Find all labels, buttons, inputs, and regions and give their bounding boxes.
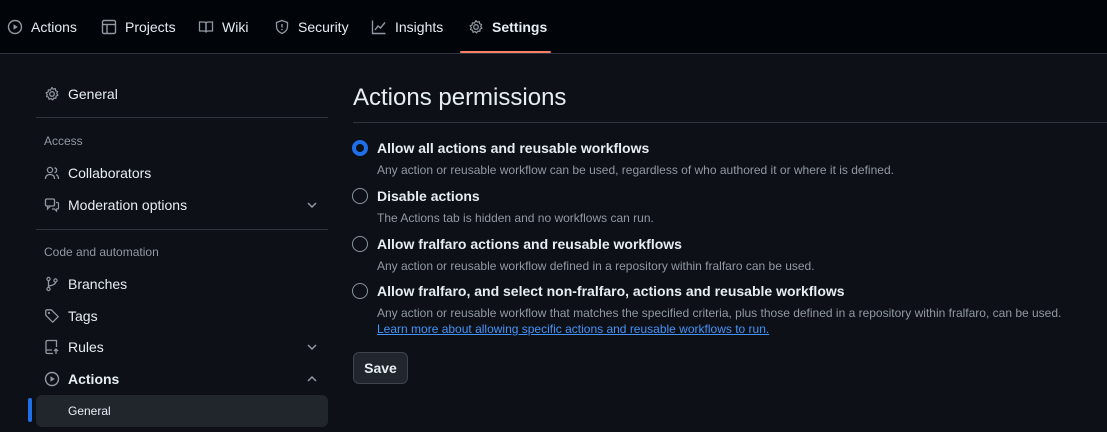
sidebar-item-tags[interactable]: Tags (36, 300, 328, 332)
learn-more-link[interactable]: Learn more about allowing specific actio… (377, 322, 769, 336)
option-desc-allow-all: Any action or reusable workflow can be u… (377, 163, 894, 177)
sidebar-item-label: Moderation options (68, 197, 188, 213)
tab-wiki[interactable]: Wiki (198, 0, 248, 53)
chevron-down-icon[interactable] (304, 339, 320, 355)
book-icon (198, 19, 214, 35)
graph-icon (371, 19, 387, 35)
option-desc-disable-actions: The Actions tab is hidden and no workflo… (377, 211, 654, 225)
shield-icon (274, 19, 290, 35)
option-label-allow-owner[interactable]: Allow fralfaro actions and reusable work… (377, 236, 682, 252)
gear-icon (44, 86, 60, 102)
tab-label: Projects (125, 18, 176, 35)
next-section-heading-partial (353, 424, 553, 432)
sidebar-item-general[interactable]: General (36, 78, 328, 110)
partial-heading-text (353, 424, 553, 432)
chevron-up-icon[interactable] (304, 371, 320, 387)
sidebar-item-moderation-options[interactable]: Moderation options (36, 189, 328, 221)
tab-security[interactable]: Security (274, 0, 349, 53)
sidebar-heading-code-automation: Code and automation (44, 245, 159, 259)
sidebar-item-label: Rules (68, 339, 104, 355)
repo-push-icon (44, 339, 60, 355)
active-item-indicator (28, 398, 32, 422)
sidebar-item-label: Collaborators (68, 165, 152, 181)
option-label-allow-all[interactable]: Allow all actions and reusable workflows (377, 140, 649, 156)
save-button[interactable]: Save (353, 352, 408, 384)
play-icon (7, 19, 23, 35)
git-branch-icon (44, 276, 60, 292)
radio-disable-actions[interactable] (352, 188, 368, 204)
gear-icon (468, 19, 484, 35)
sidebar-item-branches[interactable]: Branches (36, 268, 328, 300)
sidebar-subitem-label: General (68, 404, 111, 418)
sidebar-heading-access: Access (44, 134, 83, 148)
chevron-down-icon[interactable] (304, 197, 320, 213)
sidebar-subitem-actions-general[interactable]: General (36, 395, 328, 427)
tab-label: Settings (492, 18, 548, 35)
tab-label: Actions (31, 18, 77, 35)
sidebar-divider (36, 117, 328, 118)
people-icon (44, 165, 60, 181)
option-desc-text: Any action or reusable workflow that mat… (377, 306, 1062, 320)
option-label-disable-actions[interactable]: Disable actions (377, 188, 480, 204)
tag-icon (44, 308, 60, 324)
sidebar-item-rules[interactable]: Rules (36, 331, 328, 363)
radio-allow-select[interactable] (352, 283, 368, 299)
tab-projects[interactable]: Projects (101, 0, 176, 53)
play-icon (44, 371, 60, 387)
tab-label: Security (298, 18, 349, 35)
tab-insights[interactable]: Insights (371, 0, 443, 53)
active-tab-indicator (460, 51, 551, 53)
tab-label: Insights (395, 18, 444, 35)
sidebar-divider (36, 229, 328, 230)
option-desc-allow-select: Any action or reusable workflow that mat… (377, 305, 1092, 337)
option-desc-allow-owner: Any action or reusable workflow defined … (377, 259, 815, 273)
sidebar-item-actions[interactable]: Actions (36, 363, 328, 395)
repo-nav: Actions Projects Wiki Security Insights … (0, 0, 1107, 54)
comment-discussion-icon (44, 197, 60, 213)
sidebar-item-label: Branches (68, 276, 128, 292)
sidebar-item-collaborators[interactable]: Collaborators (36, 157, 328, 189)
tab-actions[interactable]: Actions (7, 0, 77, 53)
sidebar-item-label: Tags (68, 308, 98, 324)
sidebar-item-label: Actions (68, 371, 120, 387)
title-divider (353, 122, 1107, 123)
page-title: Actions permissions (353, 84, 567, 111)
radio-allow-owner[interactable] (352, 236, 368, 252)
option-label-allow-select[interactable]: Allow fralfaro, and select non-fralfaro,… (377, 283, 845, 299)
sidebar-item-label: General (68, 86, 118, 102)
radio-allow-all[interactable] (352, 140, 368, 156)
table-icon (101, 19, 117, 35)
tab-settings[interactable]: Settings (468, 0, 547, 53)
tab-label: Wiki (222, 18, 249, 35)
